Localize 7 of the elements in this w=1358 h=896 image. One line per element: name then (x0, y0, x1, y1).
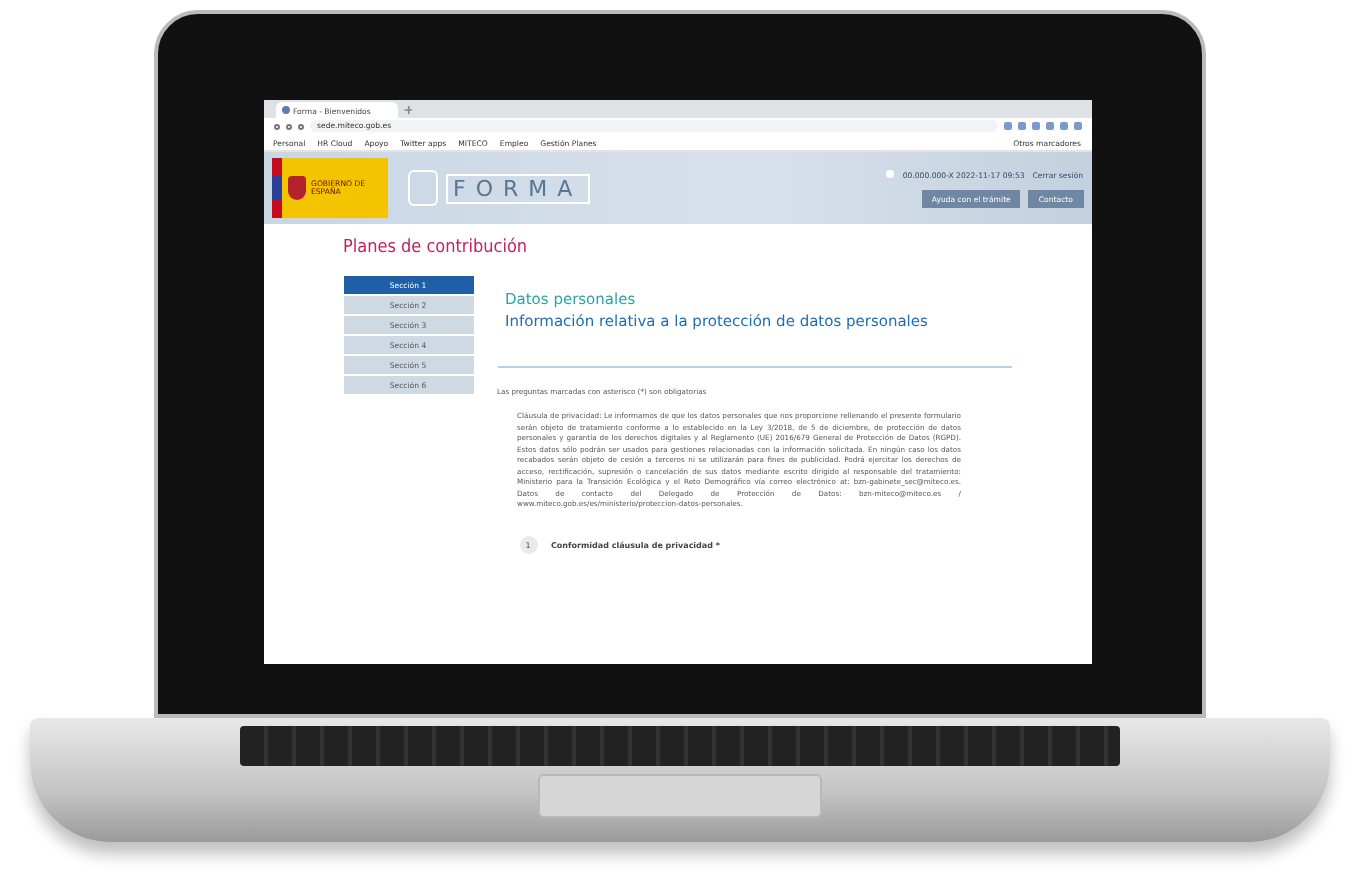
flag-icon (271, 158, 281, 218)
user-icon (886, 170, 895, 178)
favicon-icon (281, 106, 289, 114)
coat-of-arms-icon (287, 176, 305, 200)
plus-icon[interactable] (404, 106, 413, 114)
page-title: Planes de contribución (343, 238, 530, 258)
app-logo: FORMA (445, 173, 591, 203)
